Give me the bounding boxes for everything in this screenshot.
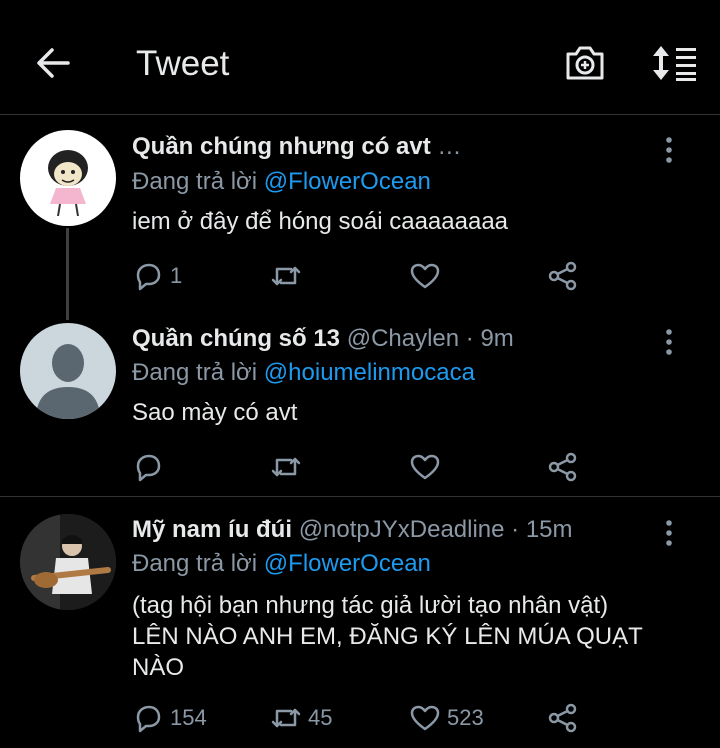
author-handle: @Chaylen · 9m [346,325,514,352]
author-line: Mỹ nam íu đúi @notpJYxDeadline · 15m [132,516,573,544]
avatar[interactable] [20,323,116,419]
reply-button[interactable]: 154 [132,700,207,736]
reply-icon [136,454,161,482]
meme-face-avatar [48,150,88,217]
retweet-icon [271,457,301,477]
retweet-icon [271,266,301,286]
replying-to-label: Đang trả lời [132,168,258,195]
tweet-text-line: LÊN NÀO ANH EM, ĐĂNG KÝ LÊN MÚA QUẠT [132,623,643,650]
replying-to: Đang trả lời @FlowerOcean [132,168,431,196]
retweet-button[interactable]: 45 [270,700,332,736]
replying-to: Đang trả lời @FlowerOcean [132,550,431,578]
replying-to-label: Đang trả lời [132,359,258,386]
retweet-count: 45 [308,705,333,730]
mention-link[interactable]: @FlowerOcean [264,550,431,577]
avatar[interactable] [20,514,116,610]
replying-to: Đang trả lời @hoiumelinmocaca [132,359,475,387]
reply-count: 1 [170,263,183,288]
share-icon [548,261,577,291]
like-count: 523 [447,705,484,730]
sort-icon[interactable] [650,44,698,82]
retweet-button[interactable] [270,449,308,485]
author-name[interactable]: Quần chúng nhưng có avt [132,133,431,160]
add-photo-icon[interactable] [564,42,606,84]
heart-icon [410,263,440,289]
author-handle: … [437,133,462,160]
reply-icon [136,705,161,733]
reply-icon [136,263,161,291]
tweet-text-line: NÀO [132,654,185,681]
action-bar: 154 45 523 [132,700,592,736]
action-bar [132,449,592,485]
page-title: Tweet [136,44,230,83]
author-handle: @notpJYxDeadline · 15m [298,516,573,543]
avatar[interactable] [20,130,116,226]
author-line: Quần chúng nhưng có avt … [132,133,461,161]
more-options-icon[interactable] [660,327,678,357]
share-button[interactable] [547,700,579,736]
author-name[interactable]: Mỹ nam íu đúi [132,516,292,543]
tweet-text: iem ở đây để hóng soái caaaaaaaa [132,208,509,235]
like-button[interactable] [409,449,447,485]
action-bar: 1 [132,258,592,294]
author-line: Quần chúng số 13 @Chaylen · 9m [132,325,514,353]
replying-to-label: Đang trả lời [132,550,258,577]
share-button[interactable] [547,449,579,485]
arrow-left-icon[interactable] [34,44,72,82]
retweet-button[interactable] [270,258,308,294]
default-avatar-icon [36,344,100,419]
reply-button[interactable] [132,449,170,485]
like-button[interactable]: 523 [409,700,484,736]
author-name[interactable]: Quần chúng số 13 [132,325,340,352]
reply-count: 154 [170,705,207,730]
tweet-3[interactable]: Mỹ nam íu đúi @notpJYxDeadline · 15m Đan… [0,497,720,748]
tweet-text: Sao mày có avt [132,399,298,426]
reply-button[interactable]: 1 [132,258,182,294]
like-button[interactable] [409,258,447,294]
tweet-text-line: (tag hội bạn nhưng tác giả lười tạo nhân… [132,592,609,619]
retweet-icon [271,708,301,728]
mention-link[interactable]: @FlowerOcean [264,168,431,195]
tweet-2[interactable]: Quần chúng số 13 @Chaylen · 9m Đang trả … [0,315,720,495]
share-icon [548,452,577,482]
more-options-icon[interactable] [660,518,678,548]
tweet-1[interactable]: Quần chúng nhưng có avt … Đang trả lời @… [0,115,720,315]
share-button[interactable] [547,258,579,294]
heart-icon [410,705,440,731]
heart-icon [410,454,440,480]
guitarist-photo-avatar [20,514,116,610]
top-app-bar: Tweet [0,0,720,115]
share-icon [548,703,577,733]
tweet-text: (tag hội bạn nhưng tác giả lười tạo nhân… [132,590,692,683]
more-options-icon[interactable] [660,135,678,165]
mention-link[interactable]: @hoiumelinmocaca [264,359,475,386]
